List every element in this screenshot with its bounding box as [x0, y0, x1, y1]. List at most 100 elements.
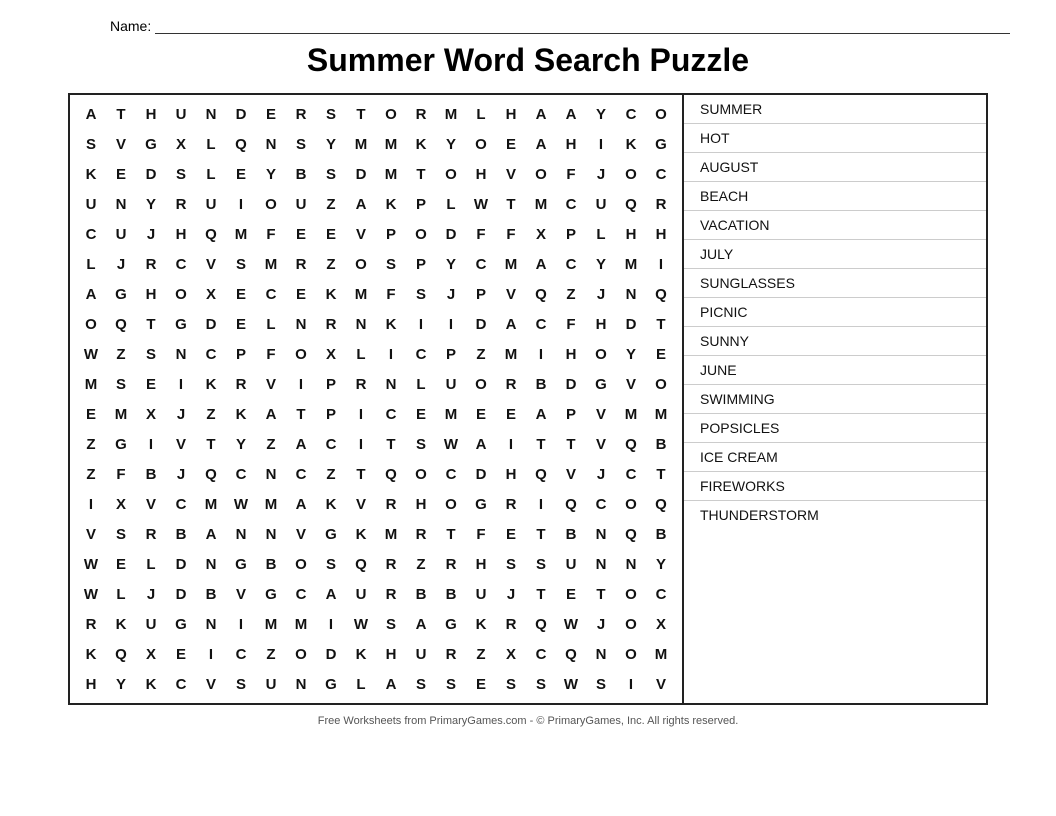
grid-cell: D	[136, 159, 166, 189]
grid-cell: K	[76, 159, 106, 189]
grid-cell: I	[226, 189, 256, 219]
grid-cell: N	[586, 639, 616, 669]
grid-cell: R	[646, 189, 676, 219]
grid-cell: C	[586, 489, 616, 519]
grid-cell: M	[376, 519, 406, 549]
grid-cell: S	[526, 549, 556, 579]
grid-cell: Z	[196, 399, 226, 429]
grid-table: ATHUNDERSTORMLHAAYCOSVGXLQNSYMMKYOEAHIKG…	[76, 99, 676, 699]
grid-cell: H	[466, 159, 496, 189]
grid-cell: U	[466, 579, 496, 609]
grid-cell: S	[526, 669, 556, 699]
grid-cell: P	[376, 219, 406, 249]
grid-cell: Y	[616, 339, 646, 369]
grid-cell: G	[586, 369, 616, 399]
grid-cell: O	[616, 609, 646, 639]
grid-cell: M	[346, 279, 376, 309]
word-item: HOT	[684, 124, 986, 153]
grid-cell: Q	[526, 609, 556, 639]
grid-cell: H	[376, 639, 406, 669]
grid-cell: A	[526, 249, 556, 279]
grid-cell: N	[616, 549, 646, 579]
grid-cell: H	[136, 279, 166, 309]
grid-cell: M	[376, 159, 406, 189]
grid-cell: S	[166, 159, 196, 189]
grid-cell: E	[106, 549, 136, 579]
grid-cell: E	[256, 99, 286, 129]
grid-cell: E	[166, 639, 196, 669]
grid-cell: B	[406, 579, 436, 609]
grid-cell: Q	[196, 219, 226, 249]
grid-cell: B	[646, 429, 676, 459]
grid-cell: O	[616, 579, 646, 609]
grid-cell: Z	[76, 459, 106, 489]
grid-cell: B	[136, 459, 166, 489]
grid-cell: W	[76, 339, 106, 369]
grid-cell: P	[406, 189, 436, 219]
grid-cell: Q	[616, 189, 646, 219]
grid-cell: E	[556, 579, 586, 609]
word-list: SUMMERHOTAUGUSTBEACHVACATIONJULYSUNGLASS…	[684, 95, 986, 703]
grid-cell: C	[376, 399, 406, 429]
grid-cell: C	[556, 249, 586, 279]
word-item: ICE CREAM	[684, 443, 986, 472]
grid-cell: R	[496, 369, 526, 399]
grid-cell: R	[496, 489, 526, 519]
grid-cell: G	[256, 579, 286, 609]
grid-cell: P	[316, 399, 346, 429]
grid-cell: D	[436, 219, 466, 249]
grid-cell: I	[436, 309, 466, 339]
grid-cell: Y	[586, 249, 616, 279]
grid-cell: Q	[556, 639, 586, 669]
grid-cell: S	[496, 549, 526, 579]
grid-cell: P	[316, 369, 346, 399]
grid-cell: F	[556, 159, 586, 189]
grid-cell: E	[496, 519, 526, 549]
grid-cell: N	[256, 129, 286, 159]
grid-cell: T	[646, 309, 676, 339]
grid-cell: T	[106, 99, 136, 129]
grid-cell: X	[136, 639, 166, 669]
grid-cell: Z	[256, 639, 286, 669]
word-item: BEACH	[684, 182, 986, 211]
grid-cell: N	[256, 519, 286, 549]
grid-cell: P	[556, 399, 586, 429]
grid-cell: Q	[106, 309, 136, 339]
grid-cell: F	[256, 219, 286, 249]
grid-cell: Y	[646, 549, 676, 579]
grid-cell: T	[346, 99, 376, 129]
grid-cell: M	[106, 399, 136, 429]
grid-cell: R	[376, 579, 406, 609]
grid-cell: K	[226, 399, 256, 429]
grid-cell: Z	[316, 189, 346, 219]
grid-cell: H	[556, 129, 586, 159]
grid-cell: Z	[316, 249, 346, 279]
grid-cell: O	[406, 219, 436, 249]
grid-cell: N	[196, 609, 226, 639]
grid-cell: M	[496, 249, 526, 279]
grid-cell: Q	[526, 459, 556, 489]
grid-cell: Q	[226, 129, 256, 159]
grid-cell: Z	[466, 339, 496, 369]
grid-cell: V	[136, 489, 166, 519]
grid-cell: I	[226, 609, 256, 639]
word-search-grid: ATHUNDERSTORMLHAAYCOSVGXLQNSYMMKYOEAHIKG…	[70, 95, 684, 703]
grid-cell: C	[616, 99, 646, 129]
grid-cell: N	[376, 369, 406, 399]
grid-cell: K	[316, 279, 346, 309]
grid-cell: C	[226, 639, 256, 669]
grid-cell: Q	[346, 549, 376, 579]
grid-cell: G	[466, 489, 496, 519]
footer-text: Free Worksheets from PrimaryGames.com - …	[318, 715, 739, 727]
grid-cell: C	[436, 459, 466, 489]
grid-cell: C	[196, 339, 226, 369]
grid-cell: D	[616, 309, 646, 339]
grid-cell: Q	[646, 279, 676, 309]
grid-cell: F	[106, 459, 136, 489]
grid-cell: D	[166, 579, 196, 609]
grid-cell: G	[166, 609, 196, 639]
grid-cell: D	[166, 549, 196, 579]
grid-cell: D	[466, 459, 496, 489]
grid-cell: I	[526, 489, 556, 519]
grid-cell: S	[286, 129, 316, 159]
